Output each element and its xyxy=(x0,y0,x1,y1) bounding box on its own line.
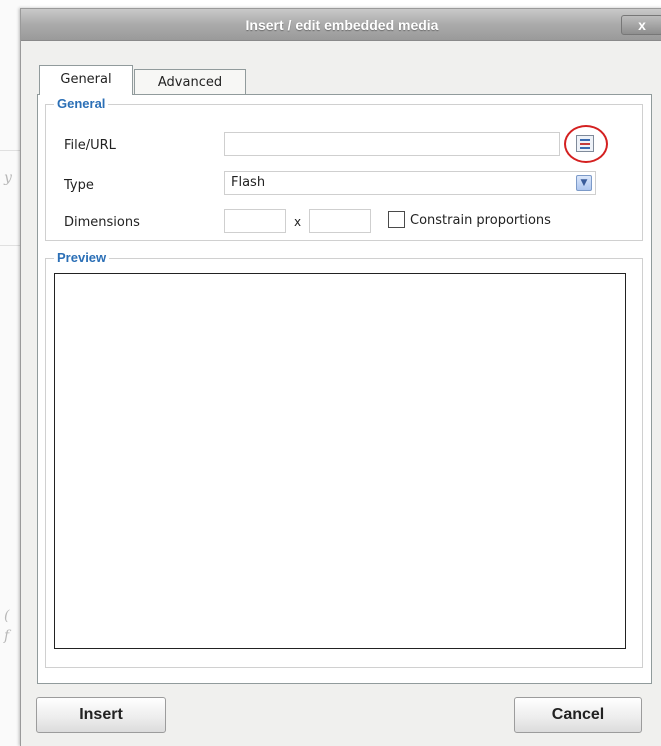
file-url-label: File/URL xyxy=(64,138,116,153)
dimensions-label: Dimensions xyxy=(64,215,140,230)
file-url-input[interactable] xyxy=(224,132,560,156)
browse-file-icon[interactable] xyxy=(576,135,594,152)
tab-general[interactable]: General xyxy=(39,65,133,95)
width-input[interactable] xyxy=(224,209,286,233)
height-input[interactable] xyxy=(309,209,371,233)
cancel-button[interactable]: Cancel xyxy=(514,697,642,733)
tab-panel-general: General File/URL Type Flash ▼ Dimensions… xyxy=(37,94,652,684)
close-icon: x xyxy=(638,17,646,33)
tab-advanced[interactable]: Advanced xyxy=(134,69,246,97)
preview-fieldset: Preview xyxy=(45,250,643,668)
general-fieldset: General File/URL Type Flash ▼ Dimensions… xyxy=(45,96,643,241)
dimension-separator: x xyxy=(294,215,302,229)
general-legend: General xyxy=(54,96,109,111)
type-selected-value: Flash xyxy=(231,175,266,190)
type-select[interactable]: Flash xyxy=(224,171,596,195)
insert-media-dialog: Insert / edit embedded media x General A… xyxy=(20,8,661,746)
cancel-button-label: Cancel xyxy=(551,706,605,723)
type-label: Type xyxy=(64,178,94,193)
chevron-down-icon[interactable]: ▼ xyxy=(576,175,592,191)
close-button[interactable]: x xyxy=(621,15,661,35)
media-preview-area xyxy=(54,273,626,649)
preview-legend: Preview xyxy=(54,250,110,265)
tab-general-label: General xyxy=(60,72,112,87)
constrain-proportions-checkbox[interactable] xyxy=(388,211,405,228)
constrain-proportions-label: Constrain proportions xyxy=(410,213,551,228)
background-glyph: y xyxy=(4,170,12,186)
dialog-title: Insert / edit embedded media xyxy=(245,17,439,33)
title-bar[interactable]: Insert / edit embedded media x xyxy=(21,9,661,41)
insert-button[interactable]: Insert xyxy=(36,697,166,733)
insert-button-label: Insert xyxy=(79,706,123,723)
background-glyph: ( xyxy=(4,608,10,624)
tab-advanced-label: Advanced xyxy=(157,75,223,90)
background-glyph: f xyxy=(4,628,10,644)
